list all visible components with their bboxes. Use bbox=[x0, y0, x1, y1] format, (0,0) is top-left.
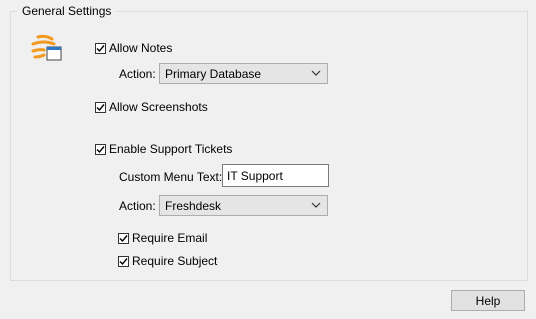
check-icon bbox=[95, 101, 106, 113]
enable-support-tickets-checkbox[interactable]: Enable Support Tickets bbox=[95, 142, 232, 156]
custom-menu-text-label: Custom Menu Text: bbox=[119, 170, 223, 184]
check-icon bbox=[95, 143, 106, 155]
help-button-label: Help bbox=[475, 293, 501, 308]
chevron-down-icon bbox=[311, 70, 321, 76]
general-settings-group bbox=[10, 11, 528, 281]
help-button[interactable]: Help bbox=[451, 290, 525, 311]
chevron-down-icon bbox=[311, 202, 321, 208]
allow-screenshots-checkbox[interactable]: Allow Screenshots bbox=[95, 100, 208, 114]
check-icon bbox=[118, 232, 129, 244]
allow-screenshots-label: Allow Screenshots bbox=[109, 100, 208, 114]
notes-action-label: Action: bbox=[119, 67, 156, 81]
tickets-action-select[interactable]: Freshdesk bbox=[159, 195, 328, 216]
check-icon bbox=[95, 42, 106, 54]
require-email-label: Require Email bbox=[132, 231, 208, 245]
custom-menu-text-input[interactable]: IT Support bbox=[222, 164, 329, 187]
notes-action-select[interactable]: Primary Database bbox=[159, 63, 328, 84]
require-subject-checkbox[interactable]: Require Subject bbox=[118, 254, 217, 268]
notes-action-value: Primary Database bbox=[165, 66, 262, 81]
allow-notes-checkbox[interactable]: Allow Notes bbox=[95, 41, 172, 55]
group-title: General Settings bbox=[18, 4, 116, 18]
allow-notes-label: Allow Notes bbox=[109, 41, 173, 55]
check-icon bbox=[118, 255, 129, 267]
custom-menu-text-value: IT Support bbox=[227, 168, 283, 183]
settings-window-icon bbox=[30, 33, 64, 63]
tickets-action-value: Freshdesk bbox=[165, 198, 222, 213]
tickets-action-label: Action: bbox=[119, 199, 156, 213]
require-email-checkbox[interactable]: Require Email bbox=[118, 231, 207, 245]
enable-support-tickets-label: Enable Support Tickets bbox=[109, 142, 233, 156]
require-subject-label: Require Subject bbox=[132, 254, 218, 268]
